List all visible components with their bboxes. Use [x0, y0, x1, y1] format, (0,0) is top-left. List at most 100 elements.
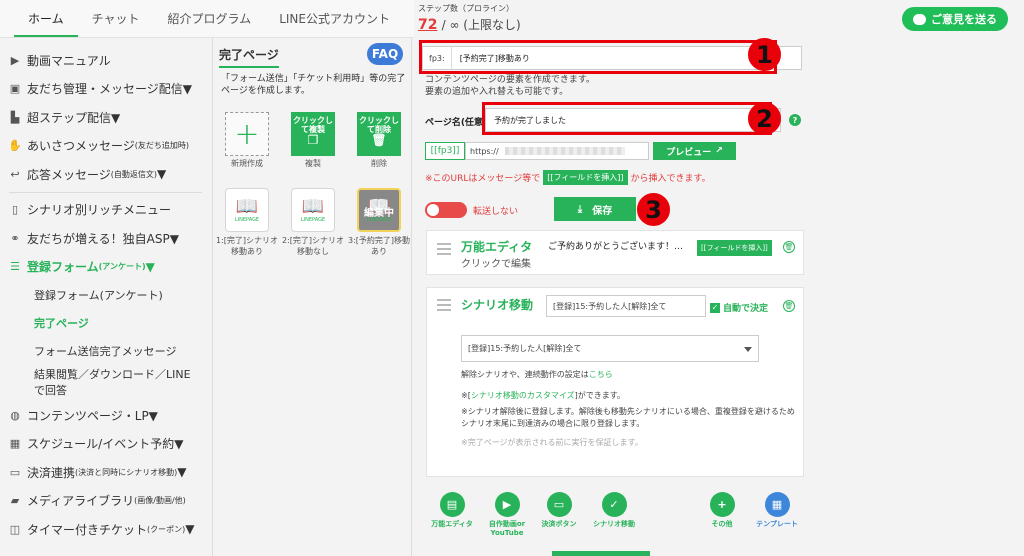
page-card-1[interactable]: 📖 LINEPAGE	[225, 188, 269, 232]
scenario-select[interactable]: [登録]15:予約した人[解除]全て	[461, 335, 759, 362]
sidebar-item-greeting[interactable]: ✋ あいさつメッセージ (友だち追加時)	[0, 132, 212, 161]
globe-icon: ◍	[10, 408, 20, 422]
sidebar-item-label: タイマー付きチケット	[27, 522, 148, 537]
sidebar-item-label: メディアライブラリ	[27, 494, 135, 509]
sidebar-item-note: (友だち追加時)	[134, 141, 190, 151]
sidebar-item-label: 決済連携	[27, 465, 76, 480]
sidebar-item-video-manual[interactable]: ▶ 動画マニュアル	[0, 46, 212, 75]
new-page-button[interactable]: +	[225, 112, 269, 156]
help-icon[interactable]: ?	[789, 114, 801, 126]
sidebar-item-suffix: ▼	[145, 259, 155, 274]
delete-caption: 削除	[371, 159, 387, 168]
universal-editor-block[interactable]: 万能エディタ クリックで編集 ご予約ありがとうございます！… [[フィールドを挿…	[426, 230, 804, 275]
book-icon: 📖	[235, 195, 259, 217]
tab-home[interactable]: ホーム	[14, 10, 78, 37]
sidebar-item-note: (自動返信文)	[110, 169, 158, 179]
faq-button[interactable]: FAQ	[367, 43, 403, 65]
page-card-1-caption: 1:[完了]シナリオ移動あり	[215, 236, 279, 256]
reply-icon: ↩	[10, 167, 20, 181]
sidebar-item-asp[interactable]: ⚭ 友だちが増える！独自ASP▼	[0, 224, 212, 253]
check-icon: ✓	[601, 492, 627, 517]
step-count-label: ステップ数（プロライン）	[418, 4, 514, 13]
add-other-button[interactable]: + その他	[694, 492, 750, 529]
save-button[interactable]: ⤓ 保存	[554, 197, 636, 221]
sidebar-item-media[interactable]: ▰ メディアライブラリ (画像/動画/他)	[0, 487, 212, 516]
panel-title: 完了ページ	[219, 46, 279, 68]
trash-icon[interactable]: 🗑	[783, 241, 795, 253]
sidebar-subitem-results[interactable]: 結果閲覧／ダウンロード／LINEで回答	[0, 365, 200, 401]
sidebar-item-label: 友だち管理・メッセージ配信▼	[27, 82, 192, 97]
page-card-3-caption: 3:[予約完了]移動あり	[347, 236, 411, 256]
trash-icon[interactable]: 🗑	[783, 300, 795, 312]
tab-referral[interactable]: 紹介プログラム	[154, 10, 266, 37]
chevron-down-icon	[744, 346, 752, 352]
page-card-3[interactable]: 📖 LINEPAGE 編集中	[357, 188, 401, 232]
feedback-label: ご意見を送る	[931, 13, 997, 26]
checkbox-icon: ✓	[710, 302, 720, 313]
highlight-box-2	[482, 102, 772, 135]
insert-field-button[interactable]: [[フィールドを挿入]]	[697, 240, 772, 256]
sidebar-item-ticket[interactable]: ◫ タイマー付きチケット (クーポン) ▼	[0, 515, 212, 544]
scenario-note-3: ※シナリオ解除後に登録します。解除後も移動先シナリオにいる場合、重複登録を避ける…	[461, 407, 795, 428]
sidebar-item-rich-menu[interactable]: ▯ シナリオ別リッチメニュー	[0, 196, 212, 225]
drag-handle-icon[interactable]	[437, 299, 451, 311]
sidebar-subitem-form[interactable]: 登録フォーム(アンケート)	[0, 281, 212, 309]
complete-page-panel: 完了ページ FAQ 「フォーム送信」「チケット利用時」等の完了ページを作成します…	[214, 38, 412, 556]
sidebar-item-label: 友だちが増える！独自ASP▼	[27, 231, 179, 246]
scenario-summary[interactable]: [登録]15:予約した人[解除]全て	[546, 295, 706, 317]
sidebar-item-friends[interactable]: ▣ 友だち管理・メッセージ配信▼	[0, 75, 212, 104]
sidebar-item-content-page[interactable]: ◍ コンテンツページ・LP▼	[0, 401, 212, 430]
palette-label: その他	[711, 520, 733, 528]
add-template-button[interactable]: ▦ テンプレート	[749, 492, 805, 529]
copy-page-button[interactable]: クリックして複製 ❐	[291, 112, 335, 156]
add-scenario-button[interactable]: ✓ シナリオ移動	[586, 492, 642, 529]
preview-button[interactable]: プレビュー ↗	[653, 142, 736, 160]
palette-label: 万能エディタ	[431, 520, 473, 528]
sidebar-divider	[9, 191, 202, 193]
feedback-button[interactable]: ご意見を送る	[902, 7, 1008, 31]
sidebar-item-form[interactable]: ☰ 登録フォーム (アンケート) ▼	[0, 253, 212, 282]
bottom-save-button[interactable]	[552, 551, 650, 556]
delete-page-button[interactable]: クリックして削除 🗑	[357, 112, 401, 156]
card-icon: ▭	[546, 492, 572, 517]
sidebar-item-schedule[interactable]: ▦ スケジュール/イベント予約▼	[0, 430, 212, 459]
sidebar-item-steps[interactable]: ▙ 超ステップ配信▼	[0, 103, 212, 132]
page-name-label: ページ名(任意)	[425, 118, 488, 128]
forward-toggle[interactable]	[425, 202, 467, 218]
url-tag-button[interactable]: [[fp3]]	[425, 142, 465, 160]
page-card-2[interactable]: 📖 LINEPAGE	[291, 188, 335, 232]
customize-link[interactable]: シナリオ移動のカスタマイズ	[471, 391, 575, 400]
highlight-box-1	[419, 40, 777, 74]
page-url-field[interactable]: https://	[465, 142, 649, 160]
step-count-limit: / ∞ (上限なし)	[441, 18, 521, 32]
sidebar: ▶ 動画マニュアル ▣ 友だち管理・メッセージ配信▼ ▙ 超ステップ配信▼ ✋ あいさつ…	[0, 38, 213, 556]
template-icon: ▦	[764, 492, 790, 517]
sidebar-subitem-complete-page[interactable]: 完了ページ	[0, 309, 212, 337]
sidebar-item-note: (アンケート)	[98, 262, 146, 272]
editor-main: fp3: [予約完了]移動あり 1 コンテンツページの要素を作成できます。 要素…	[413, 38, 1024, 556]
scenario-move-block[interactable]: シナリオ移動 [登録]15:予約した人[解除]全て ✓ 自動で決定 🗑 [登録]1…	[426, 287, 804, 477]
calendar-icon: ▦	[9, 437, 21, 451]
sidebar-item-note: (クーポン)	[147, 524, 186, 534]
url-warning-pre: ※このURLはメッセージ等で	[425, 174, 541, 184]
copy-caption: 複製	[305, 159, 321, 168]
settings-link[interactable]: こちら	[589, 370, 613, 379]
sidebar-item-label: 応答メッセージ	[27, 167, 111, 182]
add-payment-button[interactable]: ▭ 決済ボタン	[531, 492, 587, 529]
tab-line-account[interactable]: LINE公式アカウント	[265, 10, 404, 37]
add-editor-button[interactable]: ▤ 万能エディタ	[424, 492, 480, 529]
auto-decide-checkbox[interactable]: ✓ 自動で決定	[710, 301, 768, 314]
block-preview-text: ご予約ありがとうございます！…	[548, 242, 684, 252]
add-video-button[interactable]: ▶ 自作動画or YouTube	[479, 492, 535, 538]
drag-handle-icon[interactable]	[437, 243, 451, 255]
sidebar-subitem-complete-message[interactable]: フォーム送信完了メッセージ	[0, 337, 212, 365]
chat-bubble-icon	[913, 13, 926, 25]
plus-icon: +	[709, 492, 735, 517]
sidebar-item-suffix: ▼	[157, 167, 167, 182]
sidebar-item-reply[interactable]: ↩ 応答メッセージ (自動返信文) ▼	[0, 160, 212, 189]
sidebar-item-payment[interactable]: ▭ 決済連携 (決済と同時にシナリオ移動) ▼	[0, 458, 212, 487]
sidebar-item-label: 動画マニュアル	[27, 53, 111, 68]
tab-chat[interactable]: チャット	[78, 10, 154, 37]
step-count-value[interactable]: 72	[418, 17, 437, 33]
sidebar-item-suffix: ▼	[185, 522, 195, 537]
